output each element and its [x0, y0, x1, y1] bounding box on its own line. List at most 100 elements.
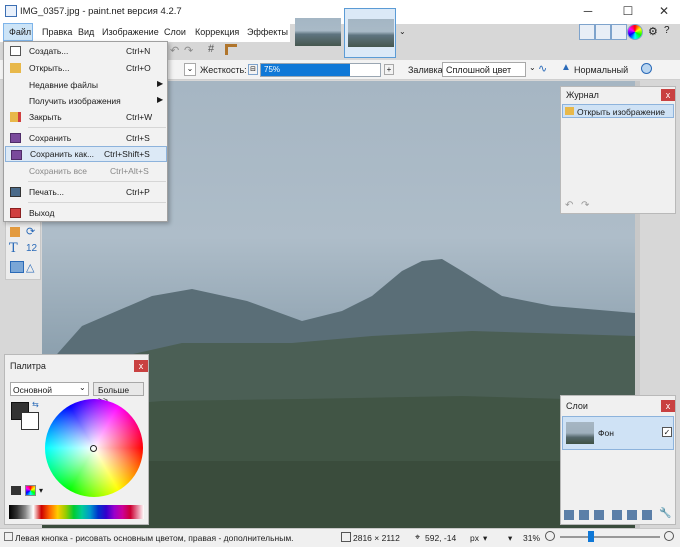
recolor-icon[interactable]: ⟳	[26, 225, 35, 238]
history-item[interactable]: Открыть изображение	[562, 104, 674, 118]
menu-item-exit[interactable]: Выход	[5, 205, 167, 221]
swap-colors-icon[interactable]: ⇆	[32, 400, 39, 409]
brush-width-dropdown-icon[interactable]: ⌄	[184, 63, 196, 76]
layer-visibility-checkbox[interactable]: ✓	[662, 427, 672, 437]
units-chevron-icon[interactable]: ▾	[483, 533, 487, 544]
menu-adjustments[interactable]: Коррекция	[195, 27, 239, 37]
open-folder-icon	[10, 63, 21, 73]
zoom-in-icon[interactable]	[664, 531, 674, 541]
menu-edit[interactable]: Правка	[42, 27, 72, 37]
cursor-position: 592, -14	[425, 533, 457, 543]
zoom-value[interactable]: 31%	[523, 533, 540, 543]
gradient-icon[interactable]: △	[26, 261, 34, 274]
layer-properties-icon[interactable]: 🔧	[659, 508, 671, 519]
thumbnails-chevron-icon[interactable]: ⌄	[399, 27, 406, 36]
history-redo-icon[interactable]: ↷	[581, 200, 589, 211]
layers-window-icon[interactable]	[611, 24, 627, 40]
hardness-plus-icon[interactable]: +	[384, 64, 394, 75]
layer-thumbnail	[566, 422, 594, 444]
layers-title: Слои	[566, 401, 588, 411]
color-add-icon[interactable]	[11, 486, 21, 495]
zoom-icon	[545, 531, 555, 541]
save-as-icon	[11, 150, 22, 160]
close-file-icon	[10, 112, 21, 122]
tools-window-icon[interactable]	[579, 24, 595, 40]
menu-item-save-as[interactable]: Сохранить как... Ctrl+Shift+S	[5, 146, 167, 162]
color-wheel-cursor[interactable]	[90, 445, 97, 452]
blend-mode-select[interactable]: Нормальный	[574, 65, 628, 75]
fill-select[interactable]: Сплошной цвет	[442, 62, 526, 77]
move-layer-up-icon[interactable]	[627, 510, 637, 520]
menu-effects[interactable]: Эффекты	[247, 27, 288, 37]
save-icon	[10, 133, 21, 143]
duplicate-layer-icon[interactable]	[594, 510, 604, 520]
zoom-slider-thumb[interactable]	[588, 531, 594, 542]
palette-mode-chevron-icon[interactable]: ⌄	[79, 383, 86, 392]
zoom-slider[interactable]	[560, 536, 660, 538]
shapes-icon[interactable]	[10, 261, 24, 273]
help-icon[interactable]: ?	[664, 25, 670, 36]
close-window-button[interactable]: ✕	[646, 0, 680, 22]
ruler-icon[interactable]	[225, 44, 237, 55]
units-select[interactable]: px	[470, 533, 479, 543]
menu-view[interactable]: Вид	[78, 27, 94, 37]
submenu-arrow-icon: ▶	[157, 95, 164, 104]
menu-file[interactable]: Файл	[9, 27, 31, 37]
selection-quality-icon[interactable]	[641, 63, 652, 74]
maximize-button[interactable]: ☐	[610, 0, 646, 22]
menu-image[interactable]: Изображение	[102, 27, 159, 37]
palette-more-button[interactable]: Больше >>	[93, 382, 144, 405]
hardness-minus-icon[interactable]: ⊟	[248, 64, 258, 75]
status-hint: Левая кнопка - рисовать основным цветом,…	[15, 533, 294, 543]
palette-options-chevron-icon[interactable]: ▾	[39, 486, 43, 495]
menu-layers[interactable]: Слои	[164, 27, 186, 37]
layers-close-button[interactable]: x	[661, 400, 675, 412]
menu-item-acquire[interactable]: Получить изображения ▶	[5, 93, 167, 109]
undo-icon[interactable]: ↶	[170, 44, 179, 57]
tools-strip: ⟳ T 12 △	[5, 220, 41, 280]
fill-label: Заливка:	[408, 65, 446, 75]
hardness-label: Жесткость:	[200, 65, 247, 75]
line-curve-icon[interactable]: 12	[26, 243, 37, 254]
palette-color-strip[interactable]	[9, 505, 144, 519]
history-panel: Журнал x Открыть изображение ↶ ↷	[560, 86, 676, 214]
palette-window-icon[interactable]	[627, 24, 643, 40]
clone-stamp-icon[interactable]	[10, 227, 20, 237]
menu-item-close[interactable]: Закрыть Ctrl+W	[5, 109, 167, 125]
zoom-out-icon[interactable]: ▾	[508, 533, 512, 544]
text-tool-icon[interactable]: T	[9, 241, 18, 256]
secondary-color-swatch[interactable]	[21, 412, 39, 430]
menu-item-print[interactable]: Печать... Ctrl+P	[5, 184, 167, 200]
grid-icon[interactable]: #	[208, 43, 214, 55]
delete-layer-icon[interactable]	[579, 510, 589, 520]
history-undo-icon[interactable]: ↶	[565, 200, 573, 211]
menu-item-save-all: Сохранить все Ctrl+Alt+S	[29, 166, 149, 176]
menu-item-new[interactable]: Создать... Ctrl+N	[5, 43, 167, 59]
palette-close-button[interactable]: x	[134, 360, 148, 372]
move-layer-down-icon[interactable]	[642, 510, 652, 520]
menu-separator	[28, 202, 166, 203]
history-close-button[interactable]: x	[661, 89, 675, 101]
paintnet-app-icon	[5, 5, 17, 17]
menu-item-save[interactable]: Сохранить Ctrl+S	[5, 130, 167, 146]
settings-gear-icon[interactable]: ⚙	[648, 25, 658, 38]
redo-icon[interactable]: ↷	[184, 44, 193, 57]
palette-title: Палитра	[10, 361, 46, 371]
palette-mode-select[interactable]: Основной	[10, 382, 89, 396]
menu-item-open[interactable]: Открыть... Ctrl+O	[5, 60, 167, 76]
menu-item-recent[interactable]: Недавние файлы ▶	[5, 77, 167, 93]
palette-colors-icon[interactable]	[25, 485, 36, 496]
cursor-position-icon: ⌖	[415, 532, 421, 542]
file-menu-dropdown: Создать... Ctrl+N Открыть... Ctrl+O Неда…	[3, 41, 168, 222]
image-thumbnail-1[interactable]	[292, 8, 344, 58]
fill-dropdown-icon[interactable]: ⌄	[529, 63, 536, 72]
palette-panel: Палитра x Основной ⌄ Больше >> ⇆ ▾	[4, 354, 149, 525]
antialias-icon[interactable]: ∿	[538, 62, 547, 75]
layer-item[interactable]: Фон ✓	[562, 416, 674, 450]
status-tool-icon	[4, 532, 13, 541]
image-thumbnail-2-active[interactable]	[344, 8, 396, 58]
add-layer-icon[interactable]	[564, 510, 574, 520]
history-window-icon[interactable]	[595, 24, 611, 40]
minimize-button[interactable]: ─	[570, 0, 606, 22]
merge-layer-icon[interactable]	[612, 510, 622, 520]
